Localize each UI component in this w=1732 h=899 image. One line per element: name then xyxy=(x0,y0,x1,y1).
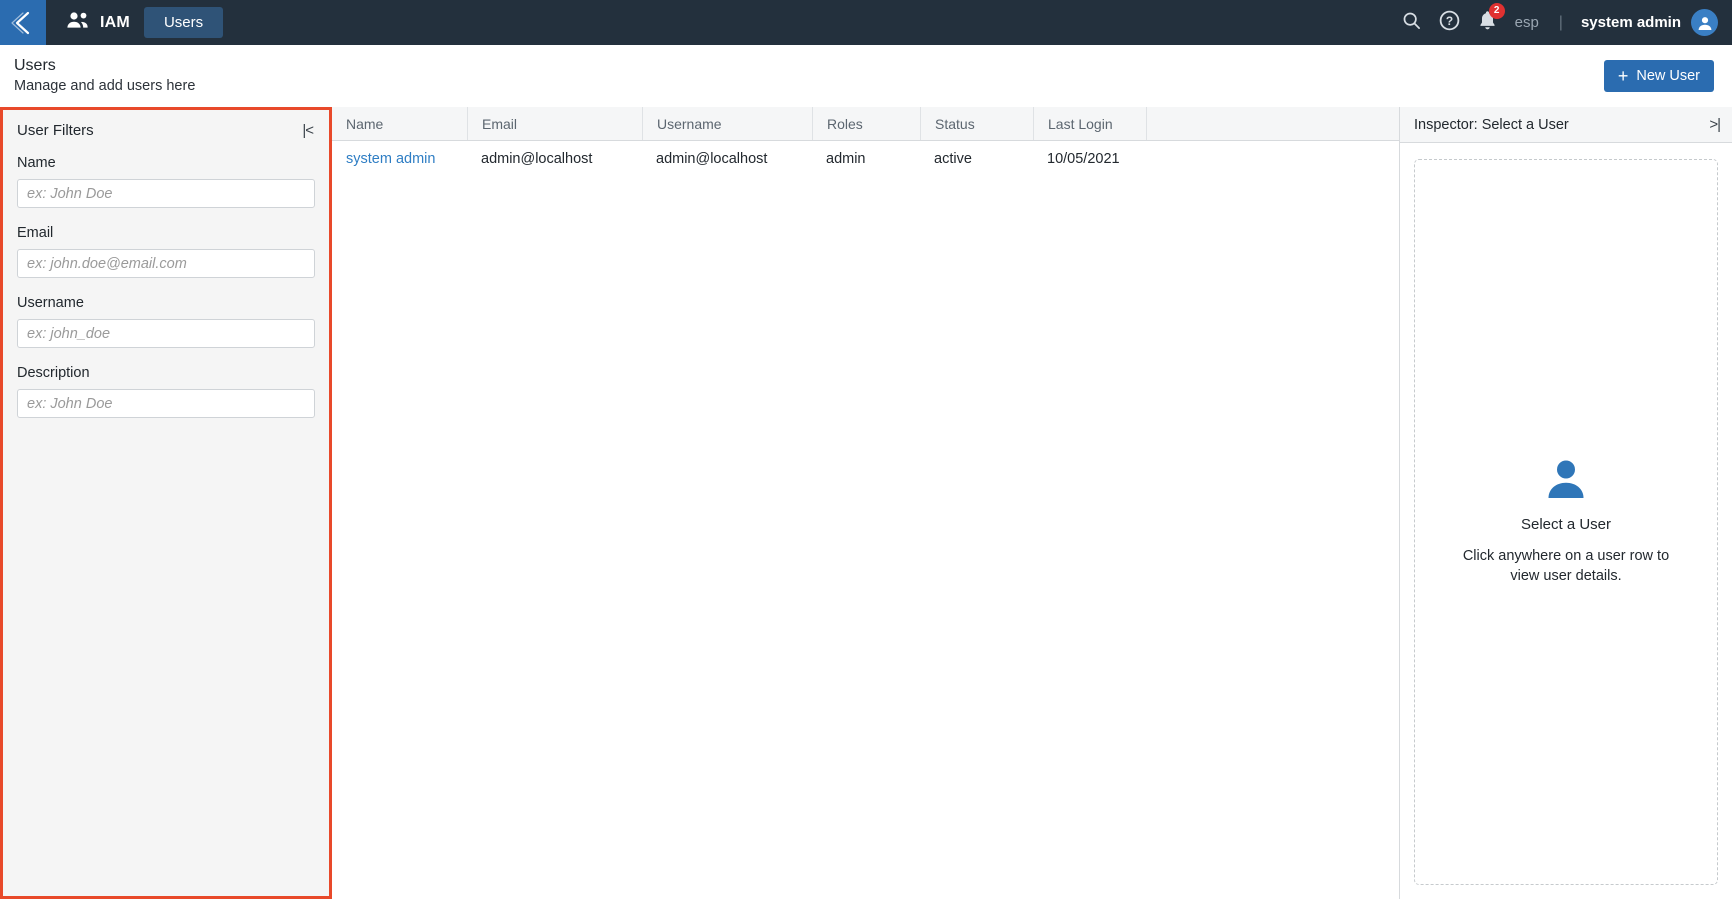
user-filters-title: User Filters xyxy=(17,122,94,139)
nav-separator: | xyxy=(1558,13,1563,31)
inspector-header: Inspector: Select a User >| xyxy=(1400,107,1732,143)
inspector-body: Select a User Click anywhere on a user r… xyxy=(1400,143,1732,899)
filter-input-email[interactable] xyxy=(17,249,315,278)
cell-roles: admin xyxy=(826,151,866,167)
filter-label-email: Email xyxy=(17,225,54,241)
user-menu-label: system admin xyxy=(1580,14,1681,31)
plus-icon: + xyxy=(1617,66,1629,86)
nav-tab-users[interactable]: Users xyxy=(143,7,224,38)
inspector-empty-description: Click anywhere on a user row to view use… xyxy=(1462,548,1670,584)
inspector-panel: Inspector: Select a User >| Select a Use… xyxy=(1400,107,1732,899)
filter-label-name: Name xyxy=(17,155,56,171)
svg-text:?: ? xyxy=(1445,14,1452,28)
user-filters-form: Name Email Username Description xyxy=(3,149,329,435)
cell-last-login: 10/05/2021 xyxy=(1047,151,1120,167)
users-table: Name Email Username Roles Status Last Lo… xyxy=(332,107,1400,899)
nav-tab-users-label: Users xyxy=(163,14,204,31)
avatar xyxy=(1691,9,1718,36)
language-selector[interactable]: esp xyxy=(1515,14,1541,31)
page-subtitle: Manage and add users here xyxy=(14,78,196,95)
help-button[interactable]: ? xyxy=(1439,10,1460,36)
brand: IAM xyxy=(46,0,144,45)
page-body: User Filters |< Name Email Username Desc… xyxy=(0,107,1732,899)
filter-group-description: Description xyxy=(17,365,315,418)
notifications-button[interactable]: 2 xyxy=(1478,2,1505,36)
help-circle-icon: ? xyxy=(1439,10,1460,36)
column-header-roles[interactable]: Roles xyxy=(812,107,920,140)
page-title: Users xyxy=(14,57,56,75)
filter-input-description[interactable] xyxy=(17,389,315,418)
inspector-title: Inspector: Select a User xyxy=(1414,116,1569,133)
filter-input-username[interactable] xyxy=(17,319,315,348)
filter-group-username: Username xyxy=(17,295,315,348)
column-header-email[interactable]: Email xyxy=(467,107,642,140)
inspector-empty-state: Select a User Click anywhere on a user r… xyxy=(1414,159,1718,885)
cell-email: admin@localhost xyxy=(481,151,593,167)
cell-name[interactable]: system admin xyxy=(332,151,467,167)
cell-status: active xyxy=(934,151,972,167)
notification-badge: 2 xyxy=(1488,2,1505,19)
new-user-button-label: New User xyxy=(1636,68,1700,84)
brand-label: IAM xyxy=(100,13,130,31)
filter-group-name: Name xyxy=(17,155,315,208)
page-header-text: Users Manage and add users here xyxy=(14,55,195,96)
filter-input-name[interactable] xyxy=(17,179,315,208)
column-header-status[interactable]: Status xyxy=(920,107,1033,140)
page-header: Users Manage and add users here + New Us… xyxy=(0,45,1732,107)
user-filters-header: User Filters |< xyxy=(3,110,329,149)
user-icon xyxy=(1544,457,1588,504)
filter-group-email: Email xyxy=(17,225,315,278)
search-button[interactable] xyxy=(1402,11,1421,35)
top-navigation-bar: IAM Users ? 2 esp | system admin xyxy=(0,0,1732,45)
new-user-button[interactable]: + New User xyxy=(1603,60,1714,92)
table-row[interactable]: system admin admin@localhost admin@local… xyxy=(332,141,1399,177)
users-table-header: Name Email Username Roles Status Last Lo… xyxy=(332,107,1399,141)
column-header-name[interactable]: Name xyxy=(332,107,467,140)
column-header-spacer xyxy=(1146,107,1399,140)
collapse-left-icon[interactable]: |< xyxy=(300,122,315,139)
collapse-right-icon[interactable]: >| xyxy=(1709,116,1721,133)
column-header-last-login[interactable]: Last Login xyxy=(1033,107,1146,140)
inspector-empty-title: Select a User xyxy=(1520,516,1612,534)
back-button[interactable] xyxy=(0,0,46,45)
people-icon xyxy=(66,11,90,34)
search-icon xyxy=(1402,11,1421,35)
column-header-username[interactable]: Username xyxy=(642,107,812,140)
top-navigation-actions: ? 2 esp | system admin xyxy=(1402,0,1732,45)
cell-username: admin@localhost xyxy=(656,151,768,167)
user-filters-panel: User Filters |< Name Email Username Desc… xyxy=(0,107,332,899)
user-menu[interactable]: system admin xyxy=(1581,9,1718,36)
filter-label-description: Description xyxy=(17,365,90,381)
filter-label-username: Username xyxy=(17,295,84,311)
chevron-left-icon xyxy=(10,9,36,37)
